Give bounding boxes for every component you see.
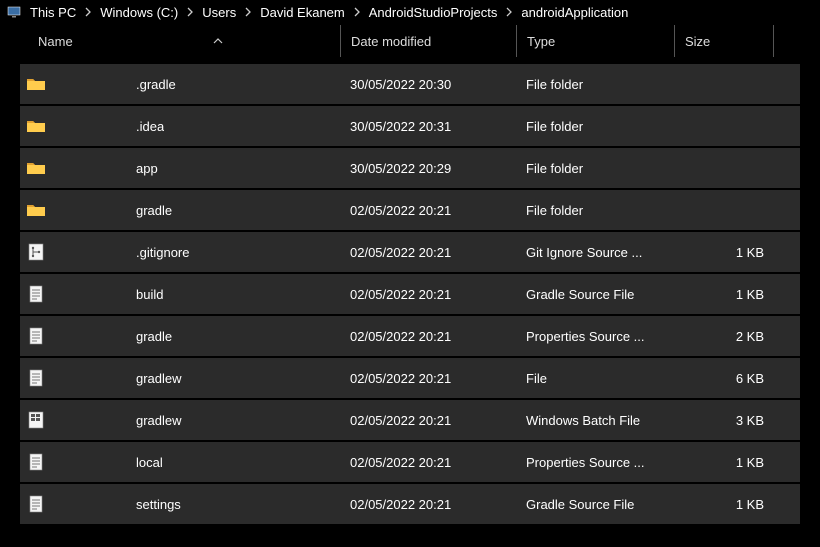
file-type: Properties Source ...: [526, 455, 645, 470]
file-size: 1 KB: [736, 455, 764, 470]
file-name: gradlew: [136, 371, 182, 386]
file-name: app: [136, 161, 158, 176]
breadcrumb-item[interactable]: AndroidStudioProjects: [365, 3, 502, 22]
folder-icon: [26, 74, 46, 94]
file-name: gradle: [136, 329, 172, 344]
column-header-size[interactable]: Size: [674, 25, 774, 57]
file-size: 1 KB: [736, 287, 764, 302]
file-icon: [26, 326, 46, 346]
file-icon: [26, 284, 46, 304]
column-header-date[interactable]: Date modified: [340, 25, 516, 57]
breadcrumb-item[interactable]: androidApplication: [517, 3, 632, 22]
column-header-type[interactable]: Type: [516, 25, 674, 57]
file-date: 02/05/2022 20:21: [350, 203, 451, 218]
column-header-label: Type: [527, 34, 555, 49]
chevron-right-icon[interactable]: [182, 7, 198, 17]
file-size: 2 KB: [736, 329, 764, 344]
folder-icon: [26, 116, 46, 136]
file-name: gradle: [136, 203, 172, 218]
column-header-label: Date modified: [351, 34, 431, 49]
chevron-right-icon[interactable]: [240, 7, 256, 17]
table-row[interactable]: .gradle 30/05/2022 20:30 File folder: [20, 64, 800, 104]
file-type: File folder: [526, 203, 583, 218]
file-size: 1 KB: [736, 245, 764, 260]
column-headers: Name Date modified Type Size: [0, 24, 820, 58]
table-row[interactable]: gradlew 02/05/2022 20:21 Windows Batch Fil…: [20, 400, 800, 440]
file-date: 02/05/2022 20:21: [350, 329, 451, 344]
file-type: Gradle Source File: [526, 287, 634, 302]
file-date: 30/05/2022 20:29: [350, 161, 451, 176]
file-name: .gradle: [136, 77, 176, 92]
file-name: .gitignore: [136, 245, 189, 260]
column-header-label: Size: [685, 34, 710, 49]
file-name: local: [136, 455, 163, 470]
file-date: 02/05/2022 20:21: [350, 455, 451, 470]
table-row[interactable]: .idea 30/05/2022 20:31 File folder: [20, 106, 800, 146]
file-size: 6 KB: [736, 371, 764, 386]
file-type: Gradle Source File: [526, 497, 634, 512]
file-type: File folder: [526, 119, 583, 134]
breadcrumb-item[interactable]: Windows (C:): [96, 3, 182, 22]
folder-icon: [26, 200, 46, 220]
table-row[interactable]: .gitignore 02/05/2022 20:21 Git Ignore Sou…: [20, 232, 800, 272]
table-row[interactable]: gradlew 02/05/2022 20:21 File 6 KB: [20, 358, 800, 398]
file-size: 3 KB: [736, 413, 764, 428]
file-size: 1 KB: [736, 497, 764, 512]
file-date: 02/05/2022 20:21: [350, 371, 451, 386]
chevron-right-icon[interactable]: [501, 7, 517, 17]
file-name: .idea: [136, 119, 164, 134]
table-row[interactable]: local 02/05/2022 20:21 Properties Source .…: [20, 442, 800, 482]
table-row[interactable]: build 02/05/2022 20:21 Gradle Source File 1…: [20, 274, 800, 314]
column-header-label: Name: [38, 34, 73, 49]
file-type: Git Ignore Source ...: [526, 245, 642, 260]
file-list: .gradle 30/05/2022 20:30 File folder .idea 3…: [0, 58, 820, 524]
pc-icon: [6, 4, 22, 20]
file-date: 02/05/2022 20:21: [350, 413, 451, 428]
file-name: build: [136, 287, 163, 302]
file-date: 30/05/2022 20:31: [350, 119, 451, 134]
file-name: gradlew: [136, 413, 182, 428]
table-row[interactable]: gradle 02/05/2022 20:21 Properties Source …: [20, 316, 800, 356]
chevron-right-icon[interactable]: [349, 7, 365, 17]
file-type: Properties Source ...: [526, 329, 645, 344]
table-row[interactable]: gradle 02/05/2022 20:21 File folder: [20, 190, 800, 230]
breadcrumb-item[interactable]: This PC: [26, 3, 80, 22]
file-icon: [26, 494, 46, 514]
file-type: File folder: [526, 161, 583, 176]
file-date: 02/05/2022 20:21: [350, 287, 451, 302]
breadcrumb-item[interactable]: Users: [198, 3, 240, 22]
folder-icon: [26, 158, 46, 178]
breadcrumb: This PC Windows (C:) Users David Ekanem …: [0, 0, 820, 24]
breadcrumb-item[interactable]: David Ekanem: [256, 3, 349, 22]
file-type: File folder: [526, 77, 583, 92]
file-date: 02/05/2022 20:21: [350, 497, 451, 512]
file-icon: [26, 452, 46, 472]
table-row[interactable]: app 30/05/2022 20:29 File folder: [20, 148, 800, 188]
file-date: 02/05/2022 20:21: [350, 245, 451, 260]
git-icon: [26, 242, 46, 262]
bat-icon: [26, 410, 46, 430]
file-icon: [26, 368, 46, 388]
table-row[interactable]: settings 02/05/2022 20:21 Gradle Source Fi…: [20, 484, 800, 524]
file-date: 30/05/2022 20:30: [350, 77, 451, 92]
chevron-right-icon[interactable]: [80, 7, 96, 17]
sort-asc-icon: [213, 35, 223, 47]
file-type: Windows Batch File: [526, 413, 640, 428]
file-name: settings: [136, 497, 181, 512]
column-header-name[interactable]: Name: [20, 25, 340, 57]
file-type: File: [526, 371, 547, 386]
